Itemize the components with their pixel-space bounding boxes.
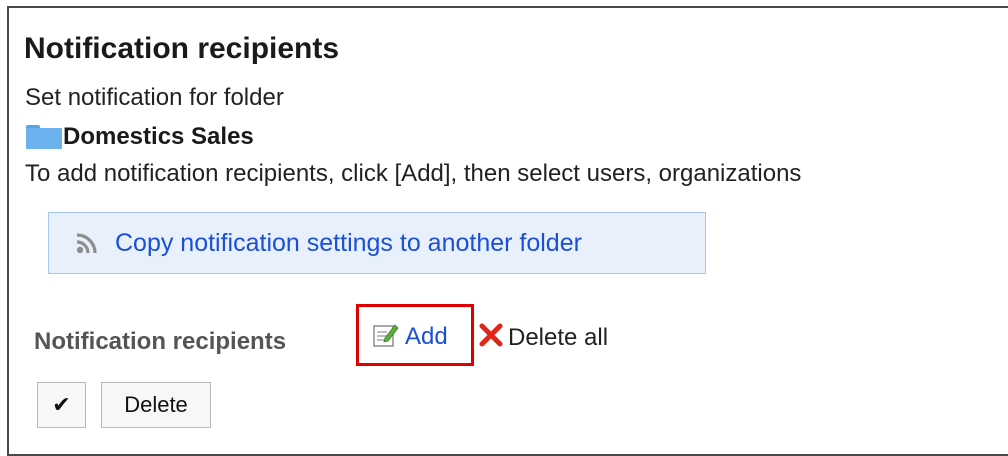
delete-all-label: Delete all [508, 324, 609, 351]
copy-settings-panel: Copy notification settings to another fo… [48, 212, 706, 274]
wifi-feed-icon [76, 233, 97, 254]
folder-row: Domestics Sales [26, 121, 254, 153]
red-x-icon [479, 323, 503, 347]
instructions-text: To add notification recipients, click [A… [25, 160, 802, 187]
page-title: Notification recipients [24, 32, 340, 65]
delete-all-link[interactable]: Delete all [478, 318, 608, 352]
recipients-label: Notification recipients [34, 328, 287, 355]
edit-note-icon [373, 324, 399, 347]
folder-name: Domestics Sales [63, 123, 254, 150]
add-highlight-box: Add [356, 304, 474, 366]
folder-setting-subtitle: Set notification for folder [25, 84, 284, 111]
delete-button[interactable]: Delete [101, 382, 211, 428]
folder-icon [26, 125, 62, 149]
copy-notification-settings-link[interactable]: Copy notification settings to another fo… [115, 229, 582, 258]
checkmark-icon: ✔ [52, 392, 71, 417]
select-all-button[interactable]: ✔ [37, 382, 86, 428]
add-recipient-link[interactable]: Add [405, 323, 448, 351]
